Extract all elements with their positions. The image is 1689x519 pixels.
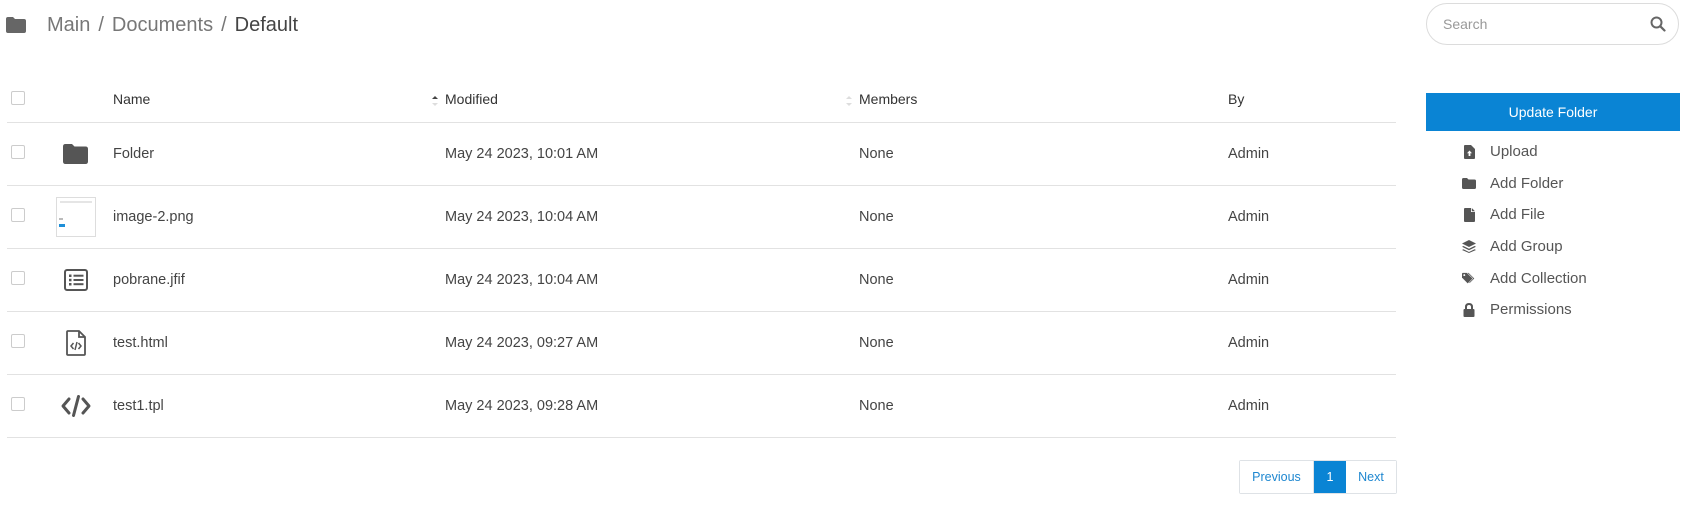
pagination: Previous 1 Next — [1239, 460, 1397, 494]
row-checkbox[interactable] — [11, 271, 25, 285]
folder-icon — [63, 144, 88, 164]
row-checkbox[interactable] — [11, 208, 25, 222]
row-name[interactable]: test1.tpl — [113, 398, 445, 414]
row-checkbox[interactable] — [11, 334, 25, 348]
update-folder-button[interactable]: Update Folder — [1426, 93, 1680, 131]
folder-icon — [6, 17, 26, 33]
breadcrumb-documents[interactable]: Documents — [112, 14, 213, 37]
table-header: Name Modified Members By — [7, 76, 1396, 123]
layers-icon — [1462, 240, 1476, 254]
row-name[interactable]: pobrane.jfif — [113, 272, 445, 288]
lock-icon — [1463, 302, 1475, 317]
row-by: Admin — [1228, 398, 1270, 414]
column-header-by: By — [1228, 91, 1245, 107]
previous-page-button[interactable]: Previous — [1240, 461, 1314, 493]
row-name[interactable]: test.html — [113, 335, 445, 351]
action-add-file-label: Add File — [1490, 206, 1546, 224]
sort-asc-icon — [432, 96, 438, 106]
select-all-checkbox[interactable] — [11, 90, 25, 105]
action-add-collection[interactable]: Add Collection — [1462, 262, 1587, 294]
row-members: None — [859, 335, 894, 351]
row-members: None — [859, 209, 894, 225]
action-upload-label: Upload — [1490, 143, 1538, 161]
row-by: Admin — [1228, 209, 1270, 225]
action-upload[interactable]: Upload — [1462, 136, 1587, 168]
action-add-group-label: Add Group — [1490, 238, 1563, 256]
tags-icon — [1462, 272, 1475, 283]
row-checkbox[interactable] — [11, 397, 25, 411]
file-upload-icon — [1463, 144, 1475, 159]
list-alt-icon — [63, 269, 88, 291]
image-thumbnail — [55, 197, 96, 237]
row-modified: May 24 2023, 10:01 AM — [445, 146, 599, 162]
table-row[interactable]: test.html May 24 2023, 09:27 AM None Adm… — [7, 312, 1396, 375]
action-list: Upload Add Folder Add File Add Group Add… — [1462, 136, 1587, 326]
code-icon — [61, 395, 90, 417]
search-icon[interactable] — [1650, 16, 1666, 32]
row-by: Admin — [1228, 146, 1270, 162]
column-header-modified[interactable]: Modified — [445, 91, 859, 107]
row-by: Admin — [1228, 272, 1270, 288]
table-row[interactable]: test1.tpl May 24 2023, 09:28 AM None Adm… — [7, 375, 1396, 438]
row-modified: May 24 2023, 10:04 AM — [445, 209, 599, 225]
action-add-collection-label: Add Collection — [1490, 269, 1587, 287]
column-header-modified-label: Modified — [445, 91, 498, 107]
row-by: Admin — [1228, 335, 1270, 351]
action-add-folder[interactable]: Add Folder — [1462, 168, 1587, 200]
action-add-folder-label: Add Folder — [1490, 174, 1564, 192]
breadcrumb-separator: / — [98, 13, 104, 36]
documents-table: Name Modified Members By Folder May 24 2… — [7, 76, 1396, 438]
row-name[interactable]: image-2.png — [113, 209, 445, 225]
page-1-button[interactable]: 1 — [1314, 461, 1346, 493]
row-modified: May 24 2023, 09:28 AM — [445, 398, 599, 414]
next-page-button[interactable]: Next — [1346, 461, 1396, 493]
sort-icon — [846, 96, 852, 106]
action-add-file[interactable]: Add File — [1462, 199, 1587, 231]
table-row[interactable]: image-2.png May 24 2023, 10:04 AM None A… — [7, 186, 1396, 249]
action-permissions[interactable]: Permissions — [1462, 294, 1587, 326]
row-name[interactable]: Folder — [113, 146, 445, 162]
folder-icon — [1462, 177, 1476, 189]
column-header-members: Members — [859, 91, 918, 107]
table-row[interactable]: pobrane.jfif May 24 2023, 10:04 AM None … — [7, 249, 1396, 312]
file-icon — [1463, 207, 1475, 222]
row-members: None — [859, 146, 894, 162]
action-permissions-label: Permissions — [1490, 301, 1572, 319]
breadcrumb-separator: / — [221, 13, 227, 36]
search-box — [1426, 3, 1679, 45]
row-modified: May 24 2023, 10:04 AM — [445, 272, 599, 288]
breadcrumb-default: Default — [234, 13, 299, 36]
file-code-icon — [65, 330, 86, 356]
search-input[interactable] — [1443, 16, 1650, 32]
column-header-name-label: Name — [113, 91, 151, 107]
breadcrumb-main[interactable]: Main — [47, 14, 90, 37]
table-row[interactable]: Folder May 24 2023, 10:01 AM None Admin — [7, 123, 1396, 186]
row-members: None — [859, 272, 894, 288]
row-modified: May 24 2023, 09:27 AM — [445, 335, 599, 351]
breadcrumb: Main / Documents / Default — [6, 10, 298, 40]
row-checkbox[interactable] — [11, 145, 25, 159]
column-header-name[interactable]: Name — [113, 91, 445, 107]
row-members: None — [859, 398, 894, 414]
action-add-group[interactable]: Add Group — [1462, 231, 1587, 263]
